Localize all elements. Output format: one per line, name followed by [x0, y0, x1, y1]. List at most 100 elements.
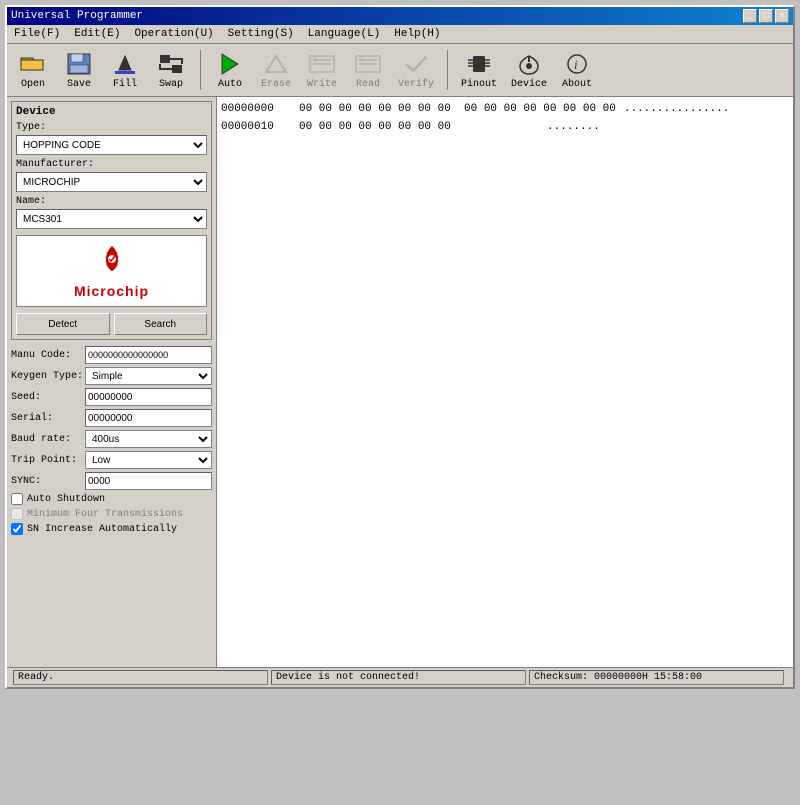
status-ready: Ready. — [13, 670, 268, 685]
read-label: Read — [356, 79, 380, 90]
keygen-type-select[interactable]: Simple Advanced — [85, 367, 212, 385]
microchip-logo: Microchip — [74, 243, 149, 299]
open-icon — [17, 50, 49, 78]
hex-addr-1: 00000010 — [221, 119, 291, 135]
microchip-name: Microchip — [74, 283, 149, 299]
read-button[interactable]: R Read — [348, 48, 388, 92]
sync-input[interactable] — [85, 472, 212, 490]
sn-increase-checkbox[interactable] — [11, 523, 23, 535]
title-bar: Universal Programmer _ □ × — [7, 7, 793, 25]
erase-label: Erase — [261, 79, 291, 90]
auto-icon — [214, 50, 246, 78]
auto-shutdown-checkbox[interactable] — [11, 493, 23, 505]
status-bar: Ready. Device is not connected! Checksum… — [7, 667, 793, 687]
trip-point-select[interactable]: Low High Medium — [85, 451, 212, 469]
about-label: About — [562, 79, 592, 90]
detect-search-row: Detect Search — [16, 313, 207, 335]
sn-increase-label: SN Increase Automatically — [27, 524, 177, 535]
right-panel: 00000000 00 00 00 00 00 00 00 00 00 00 0… — [217, 97, 793, 667]
type-select[interactable]: HOPPING CODE FIXED CODE REMOTE — [16, 135, 207, 155]
toolbar: Open Save Fill — [7, 44, 793, 97]
minimize-button[interactable]: _ — [743, 9, 757, 23]
save-label: Save — [67, 79, 91, 90]
swap-button[interactable]: Swap — [151, 48, 191, 92]
seed-label: Seed: — [11, 392, 85, 403]
device-label: Device — [511, 79, 547, 90]
sync-label: SYNC: — [11, 476, 85, 487]
fill-label: Fill — [113, 79, 137, 90]
erase-icon — [260, 50, 292, 78]
device-group-label: Device — [16, 106, 207, 118]
auto-button[interactable]: Auto — [210, 48, 250, 92]
main-content: Device Type: HOPPING CODE FIXED CODE REM… — [7, 97, 793, 667]
maximize-button[interactable]: □ — [759, 9, 773, 23]
about-button[interactable]: i About — [557, 48, 597, 92]
manufacturer-select[interactable]: MICROCHIP ATMEL NXP — [16, 172, 207, 192]
pinout-label: Pinout — [461, 79, 497, 90]
type-label: Type: — [16, 122, 207, 133]
baud-rate-select[interactable]: 400us 200us 800us — [85, 430, 212, 448]
verify-button[interactable]: Verify — [394, 48, 438, 92]
baud-rate-label: Baud rate: — [11, 434, 85, 445]
min-four-label: Minimum Four Transmissions — [27, 509, 183, 520]
manu-code-row: Manu Code: — [11, 346, 212, 364]
fill-icon — [109, 50, 141, 78]
menu-edit[interactable]: Edit(E) — [71, 27, 123, 41]
menu-help[interactable]: Help(H) — [391, 27, 443, 41]
manu-code-input[interactable] — [85, 346, 212, 364]
keygen-type-row: Keygen Type: Simple Advanced — [11, 367, 212, 385]
sn-increase-row: SN Increase Automatically — [11, 523, 212, 535]
status-checksum: Checksum: 00000000H 15:58:00 — [529, 670, 784, 685]
sync-row: SYNC: — [11, 472, 212, 490]
menu-setting[interactable]: Setting(S) — [225, 27, 297, 41]
pinout-icon — [463, 50, 495, 78]
min-four-checkbox[interactable] — [11, 508, 23, 520]
serial-label: Serial: — [11, 413, 85, 424]
device-icon — [513, 50, 545, 78]
hex-row-0: 00000000 00 00 00 00 00 00 00 00 00 00 0… — [221, 101, 789, 117]
hex-display: 00000000 00 00 00 00 00 00 00 00 00 00 0… — [221, 101, 789, 135]
logo-area: Microchip — [16, 235, 207, 307]
toolbar-sep-1 — [200, 50, 201, 90]
menu-operation[interactable]: Operation(U) — [131, 27, 216, 41]
title-bar-buttons: _ □ × — [743, 9, 789, 23]
auto-shutdown-label: Auto Shutdown — [27, 494, 105, 505]
write-icon: W — [306, 50, 338, 78]
erase-button[interactable]: Erase — [256, 48, 296, 92]
left-panel: Device Type: HOPPING CODE FIXED CODE REM… — [7, 97, 217, 667]
microchip-logo-icon — [94, 243, 130, 279]
trip-point-label: Trip Point: — [11, 455, 85, 466]
save-button[interactable]: Save — [59, 48, 99, 92]
seed-input[interactable] — [85, 388, 212, 406]
window-title: Universal Programmer — [11, 10, 143, 22]
auto-shutdown-row: Auto Shutdown — [11, 493, 212, 505]
close-button[interactable]: × — [775, 9, 789, 23]
open-label: Open — [21, 79, 45, 90]
name-select[interactable]: MCS301 MCS302 MCS303 — [16, 209, 207, 229]
main-window: Universal Programmer _ □ × File(F) Edit(… — [5, 5, 795, 689]
write-label: Write — [307, 79, 337, 90]
fill-button[interactable]: Fill — [105, 48, 145, 92]
menu-bar: File(F) Edit(E) Operation(U) Setting(S) … — [7, 25, 793, 44]
menu-file[interactable]: File(F) — [11, 27, 63, 41]
swap-icon — [155, 50, 187, 78]
serial-input[interactable] — [85, 409, 212, 427]
device-button[interactable]: Device — [507, 48, 551, 92]
verify-icon — [400, 50, 432, 78]
write-button[interactable]: W Write — [302, 48, 342, 92]
save-icon — [63, 50, 95, 78]
hex-bytes-1: 00 00 00 00 00 00 00 00 — [299, 119, 539, 135]
search-button[interactable]: Search — [114, 313, 208, 335]
seed-row: Seed: — [11, 388, 212, 406]
menu-language[interactable]: Language(L) — [305, 27, 384, 41]
swap-label: Swap — [159, 79, 183, 90]
manu-code-label: Manu Code: — [11, 350, 85, 361]
name-label: Name: — [16, 196, 207, 207]
pinout-button[interactable]: Pinout — [457, 48, 501, 92]
detect-button[interactable]: Detect — [16, 313, 110, 335]
baud-rate-row: Baud rate: 400us 200us 800us — [11, 430, 212, 448]
about-icon: i — [561, 50, 593, 78]
hex-ascii-1: ........ — [547, 119, 600, 135]
serial-row: Serial: — [11, 409, 212, 427]
open-button[interactable]: Open — [13, 48, 53, 92]
